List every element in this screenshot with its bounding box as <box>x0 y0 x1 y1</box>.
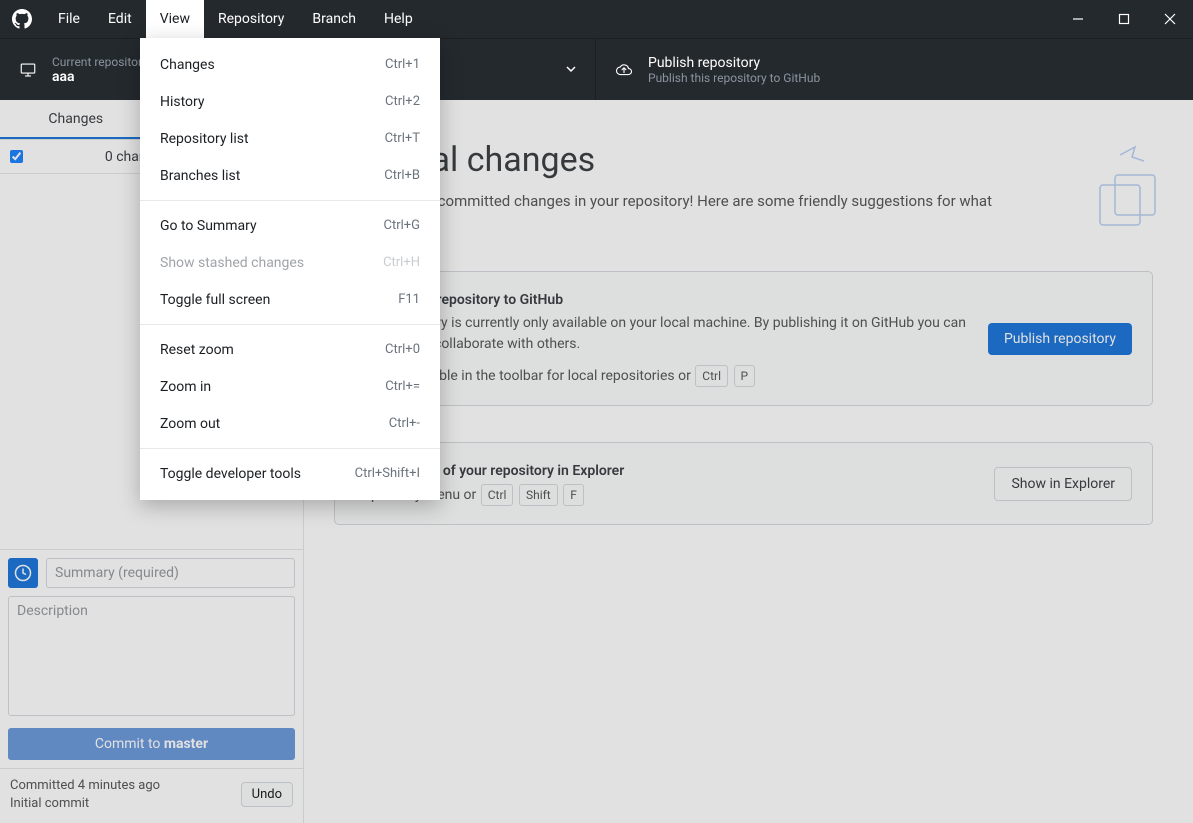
kbd: F <box>563 484 584 506</box>
cloud-upload-icon <box>614 61 634 79</box>
menu-item-label: Toggle developer tools <box>160 466 301 482</box>
menu-view[interactable]: View <box>146 0 204 38</box>
menu-item-shortcut: Ctrl+Shift+I <box>355 466 420 481</box>
card-publish-title: Publish your repository to GitHub <box>355 290 968 311</box>
card-publish-body: This repository is currently only availa… <box>355 315 966 352</box>
window-close[interactable] <box>1147 0 1193 38</box>
menu-separator <box>140 200 440 201</box>
menu-item-shortcut: Ctrl+B <box>384 168 420 183</box>
view-menu-item[interactable]: Zoom out Ctrl+- <box>140 405 440 442</box>
commit-form: Commit to master <box>0 549 303 768</box>
menu-item-shortcut: Ctrl+H <box>383 255 420 270</box>
avatar <box>8 558 38 588</box>
menu-help[interactable]: Help <box>370 0 427 38</box>
menu-item-shortcut: F11 <box>398 292 420 307</box>
card-publish-hint: Always available in the toolbar for loca… <box>355 365 968 387</box>
menu-item-shortcut: Ctrl+0 <box>385 342 420 357</box>
current-repo-label: Current repository <box>52 55 148 69</box>
menu-item-label: Reset zoom <box>160 342 234 358</box>
menubar: File Edit View Repository Branch Help <box>0 0 1193 38</box>
menu-item-shortcut: Ctrl+- <box>389 416 420 431</box>
commit-status-time: Committed 4 minutes ago <box>10 777 160 795</box>
tab-changes[interactable]: Changes <box>0 100 152 139</box>
description-input[interactable] <box>8 596 295 716</box>
menu-item-label: Zoom out <box>160 416 220 432</box>
summary-input[interactable] <box>46 558 295 588</box>
menu-item-shortcut: Ctrl+1 <box>385 57 420 72</box>
card-publish: Publish your repository to GitHub This r… <box>334 271 1153 406</box>
view-menu-item[interactable]: Toggle developer tools Ctrl+Shift+I <box>140 455 440 492</box>
menu-separator <box>140 448 440 449</box>
view-menu-item[interactable]: Branches list Ctrl+B <box>140 157 440 194</box>
commit-status: Committed 4 minutes ago Initial commit U… <box>0 768 303 823</box>
commit-button[interactable]: Commit to master <box>8 728 295 760</box>
menu-repository[interactable]: Repository <box>204 0 298 38</box>
menu-item-label: History <box>160 94 205 110</box>
view-menu-dropdown: Changes Ctrl+1 History Ctrl+2 Repository lis… <box>140 38 440 500</box>
view-menu-item[interactable]: Go to Summary Ctrl+G <box>140 207 440 244</box>
view-menu-item[interactable]: Zoom in Ctrl+= <box>140 368 440 405</box>
publish-repository-button[interactable]: Publish repository <box>988 323 1132 355</box>
menu-file[interactable]: File <box>44 0 94 38</box>
publish-subtitle: Publish this repository to GitHub <box>648 71 820 85</box>
kbd: Ctrl <box>481 484 514 506</box>
view-menu-item[interactable]: Reset zoom Ctrl+0 <box>140 331 440 368</box>
menu-item-shortcut: Ctrl+G <box>383 218 420 233</box>
kbd: Ctrl <box>695 365 728 387</box>
undo-button[interactable]: Undo <box>241 782 293 807</box>
select-all-changes-checkbox[interactable] <box>10 150 23 163</box>
illustration-cloud <box>1045 140 1165 240</box>
publish-repository-toolbar[interactable]: Publish repository Publish this reposito… <box>596 39 1193 100</box>
card-explorer-hint: Repository menu or Ctrl Shift F <box>355 484 974 506</box>
app-logo <box>0 0 44 38</box>
publish-title: Publish repository <box>648 55 820 71</box>
kbd: Shift <box>519 484 558 506</box>
menu-item-label: Repository list <box>160 131 249 147</box>
menu-item-label: Zoom in <box>160 379 211 395</box>
menu-item-shortcut: Ctrl+T <box>385 131 420 146</box>
view-menu-item[interactable]: Toggle full screen F11 <box>140 281 440 318</box>
window-minimize[interactable] <box>1055 0 1101 38</box>
menu-item-label: Changes <box>160 57 215 73</box>
menu-edit[interactable]: Edit <box>94 0 146 38</box>
menu-item-label: Toggle full screen <box>160 292 270 308</box>
menu-separator <box>140 324 440 325</box>
menu-item-label: Go to Summary <box>160 218 257 234</box>
headline: No local changes <box>334 140 1153 180</box>
card-explorer: View the files of your repository in Exp… <box>334 442 1153 525</box>
current-repo-name: aaa <box>52 69 148 85</box>
menu-branch[interactable]: Branch <box>298 0 370 38</box>
window-maximize[interactable] <box>1101 0 1147 38</box>
view-menu-item[interactable]: History Ctrl+2 <box>140 83 440 120</box>
card-explorer-title: View the files of your repository in Exp… <box>355 461 974 482</box>
menu-item-label: Show stashed changes <box>160 255 304 271</box>
show-in-explorer-button[interactable]: Show in Explorer <box>994 467 1132 501</box>
chevron-down-icon <box>565 60 577 79</box>
view-menu-item: Show stashed changes Ctrl+H <box>140 244 440 281</box>
view-menu-item[interactable]: Repository list Ctrl+T <box>140 120 440 157</box>
kbd: P <box>734 365 756 387</box>
commit-status-message: Initial commit <box>10 795 160 813</box>
menu-item-label: Branches list <box>160 168 240 184</box>
menu-item-shortcut: Ctrl+= <box>385 379 420 394</box>
monitor-icon <box>18 61 38 79</box>
menu-item-shortcut: Ctrl+2 <box>385 94 420 109</box>
view-menu-item[interactable]: Changes Ctrl+1 <box>140 46 440 83</box>
